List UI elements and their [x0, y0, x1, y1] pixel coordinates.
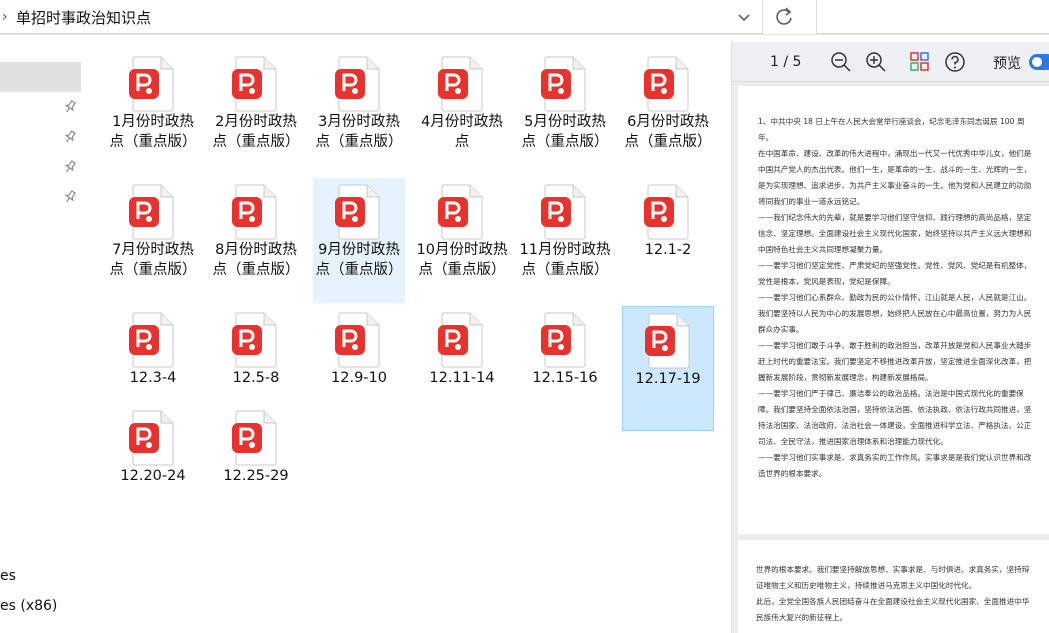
file-name: 12.1-2	[644, 242, 692, 258]
address-bar[interactable]: › 单招时事政治知识点	[0, 0, 763, 34]
address-path[interactable]: 单招时事政治知识点	[16, 7, 151, 28]
zoom-in-icon[interactable]	[865, 51, 887, 73]
pdf-file-icon	[127, 55, 177, 113]
file-item[interactable]: 5月份时政热点（重点版）	[519, 50, 611, 175]
pdf-file-icon	[230, 409, 280, 467]
pin-icon[interactable]	[63, 159, 77, 175]
zoom-out-icon[interactable]	[830, 51, 852, 73]
file-item[interactable]: 11月份时政热点（重点版）	[519, 178, 611, 303]
refresh-icon[interactable]	[768, 2, 800, 32]
document-paragraph: 世界的根本要求。我们要坚持解放思想、实事求是、与时俱进、求真务实，坚持辩证唯物主…	[756, 565, 1030, 590]
document-page-1: 1、中共中央 18 日上午在人民大会堂举行座谈会，纪念毛泽东同志诞辰 100 周…	[738, 86, 1049, 534]
file-grid: 1月份时政热点（重点版） 2月份时政热点（重点版） 3月份时政热点（重点版） 4月份时…	[103, 50, 723, 610]
file-item[interactable]: 12.1-2	[622, 178, 714, 303]
document-paragraph: 1、中共中央 18 日上午在人民大会堂举行座谈会，纪念毛泽东同志诞辰 100 周…	[758, 117, 1025, 142]
document-page-2: 世界的根本要求。我们要坚持解放思想、实事求是、与时俱进、求真务实，坚持辩证唯物主…	[738, 540, 1049, 633]
search-input[interactable]	[816, 0, 1049, 34]
pdf-file-icon	[436, 311, 486, 369]
file-item[interactable]: 1月份时政热点（重点版）	[107, 50, 199, 175]
document-paragraph: ——要学习他们敢于斗争、敢于胜利的政治担当，改革开放是党和人民事业大踏步赶上时代…	[758, 341, 1032, 382]
file-name: 6月份时政热点（重点版）	[624, 114, 712, 150]
file-name: 8月份时政热点（重点版）	[212, 242, 300, 278]
pdf-file-icon	[127, 311, 177, 369]
preview-label: 预览	[993, 56, 1021, 72]
pdf-file-icon	[436, 183, 486, 241]
nav-selected-item[interactable]	[0, 62, 81, 92]
help-icon[interactable]	[944, 51, 966, 73]
preview-toolbar: 1 / 5 预览	[732, 42, 1049, 82]
file-item[interactable]: 10月份时政热点（重点版）	[416, 178, 508, 303]
nav-item-program-files-x86[interactable]: es (x86)	[0, 598, 57, 614]
pdf-file-icon	[539, 183, 589, 241]
file-name: 12.17-19	[635, 371, 701, 387]
thumbnails-icon[interactable]	[909, 51, 931, 73]
file-item[interactable]: 12.20-24	[107, 404, 199, 529]
nav-item-program-files[interactable]: es	[0, 568, 16, 584]
pdf-file-icon	[230, 183, 280, 241]
preview-pane: 1 / 5 预览 1、中共中央 18 日上午在人民大会堂举行座谈会，纪念毛泽东同…	[731, 42, 1049, 633]
pdf-file-icon	[539, 55, 589, 113]
file-name: 12.15-16	[532, 370, 598, 386]
file-name: 12.20-24	[120, 468, 186, 484]
file-item[interactable]: 12.9-10	[313, 306, 405, 431]
file-item[interactable]: 8月份时政热点（重点版）	[210, 178, 302, 303]
file-name: 12.25-29	[223, 468, 289, 484]
file-name: 3月份时政热点（重点版）	[315, 114, 403, 150]
preview-toggle[interactable]	[1029, 54, 1049, 70]
file-name: 10月份时政热点（重点版）	[416, 242, 508, 278]
pdf-file-icon	[642, 183, 692, 241]
chevron-down-icon[interactable]	[734, 7, 754, 27]
file-name: 7月份时政热点（重点版）	[109, 242, 197, 278]
pdf-file-icon	[230, 55, 280, 113]
file-name: 12.5-8	[232, 370, 280, 386]
document-paragraph: ——要学习他们实事求是、求真务实的工作作风。实事求是是我们党认识世界和改造世界的…	[758, 453, 1032, 478]
file-name: 1月份时政热点（重点版）	[109, 114, 197, 150]
pdf-file-icon	[230, 311, 280, 369]
address-toolbar: › 单招时事政治知识点	[0, 0, 1049, 35]
file-item[interactable]: 7月份时政热点（重点版）	[107, 178, 199, 303]
pin-icon[interactable]	[63, 129, 77, 145]
document-paragraph: ——要学习他们心系群众、勤政为民的公仆情怀。江山就是人民，人民就是江山。我们要坚…	[758, 293, 1032, 334]
pin-icon[interactable]	[63, 189, 77, 205]
file-name: 2月份时政热点（重点版）	[212, 114, 300, 150]
file-item[interactable]: 6月份时政热点（重点版）	[622, 50, 714, 175]
file-item[interactable]: 2月份时政热点（重点版）	[210, 50, 302, 175]
pdf-file-icon	[127, 409, 177, 467]
page-indicator: 1 / 5	[770, 54, 802, 70]
file-item[interactable]: 12.17-19	[622, 306, 714, 431]
file-name: 4月份时政热点	[421, 114, 503, 150]
file-name: 11月份时政热点（重点版）	[519, 242, 611, 278]
file-item[interactable]: 12.11-14	[416, 306, 508, 431]
pin-icon[interactable]	[63, 99, 77, 115]
file-name: 5月份时政热点（重点版）	[521, 114, 609, 150]
pdf-file-icon	[436, 55, 486, 113]
pdf-file-icon	[539, 311, 589, 369]
pdf-file-icon	[642, 55, 692, 113]
file-name: 12.9-10	[331, 370, 387, 386]
pdf-file-icon	[333, 183, 383, 241]
document-paragraph: ——我们纪念伟大的先辈，就是要学习他们坚守信仰、践行理想的高尚品格，坚定信念、坚…	[758, 213, 1032, 254]
file-name: 12.11-14	[429, 370, 495, 386]
document-paragraph: 此后，全党全国各族人民团结奋斗在全面建设社会主义现代化国家、全面推进中华民族伟大…	[756, 597, 1030, 622]
pdf-file-icon	[333, 55, 383, 113]
pdf-file-icon	[643, 312, 693, 370]
file-item[interactable]: 9月份时政热点（重点版）	[313, 178, 405, 303]
file-item[interactable]: 12.25-29	[210, 404, 302, 529]
breadcrumb-separator-icon[interactable]: ›	[2, 9, 8, 25]
pdf-file-icon	[127, 183, 177, 241]
file-name: 9月份时政热点（重点版）	[315, 242, 403, 278]
file-item[interactable]: 4月份时政热点	[416, 50, 508, 175]
file-item[interactable]: 12.15-16	[519, 306, 611, 431]
navigation-pane: es es (x86)	[0, 35, 84, 633]
document-paragraph: ——要学习他们坚定党性、严肃党纪的坚强党性。党性、党风、党纪是有机整体，党性是根…	[758, 261, 1032, 286]
document-paragraph: 在中国革命、建设、改革的伟大进程中，涌现出一代又一代优秀中华儿女，他们是中国共产…	[758, 149, 1032, 206]
file-item[interactable]: 3月份时政热点（重点版）	[313, 50, 405, 175]
document-paragraph: ——要学习他们严于律己、廉洁奉公的政治品格。法治是中国式现代化的重要保障。我们要…	[758, 389, 1032, 446]
file-name: 12.3-4	[129, 370, 177, 386]
pdf-file-icon	[333, 311, 383, 369]
